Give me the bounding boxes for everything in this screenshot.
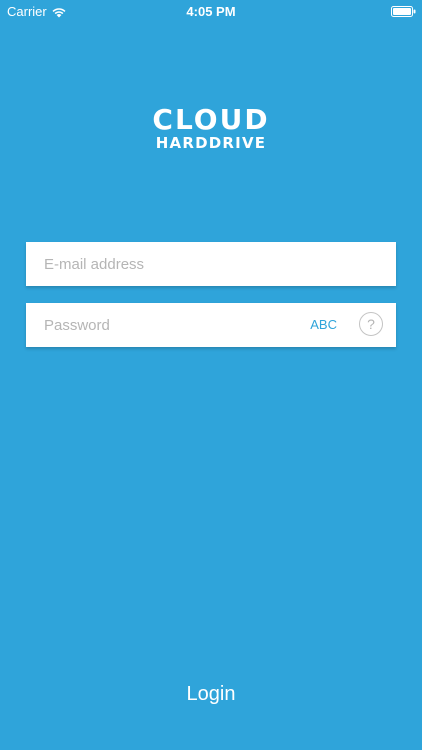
email-field-container [26, 242, 396, 286]
battery-icon [391, 5, 416, 17]
email-input[interactable] [44, 242, 304, 286]
status-bar: Carrier 4:05 PM [0, 0, 422, 22]
show-password-toggle[interactable]: ABC [310, 317, 337, 332]
password-field-container: ABC ? [26, 303, 396, 347]
cloud-harddrive-logo: CLOUD HARDDRIVE [0, 106, 422, 151]
login-button[interactable]: Login [0, 679, 422, 709]
status-time: 4:05 PM [186, 4, 236, 19]
password-input[interactable] [44, 303, 304, 347]
logo-line-harddrive: HARDDRIVE [155, 134, 267, 152]
password-help-icon[interactable]: ? [359, 312, 383, 336]
logo-line-cloud: CLOUD [152, 103, 270, 136]
